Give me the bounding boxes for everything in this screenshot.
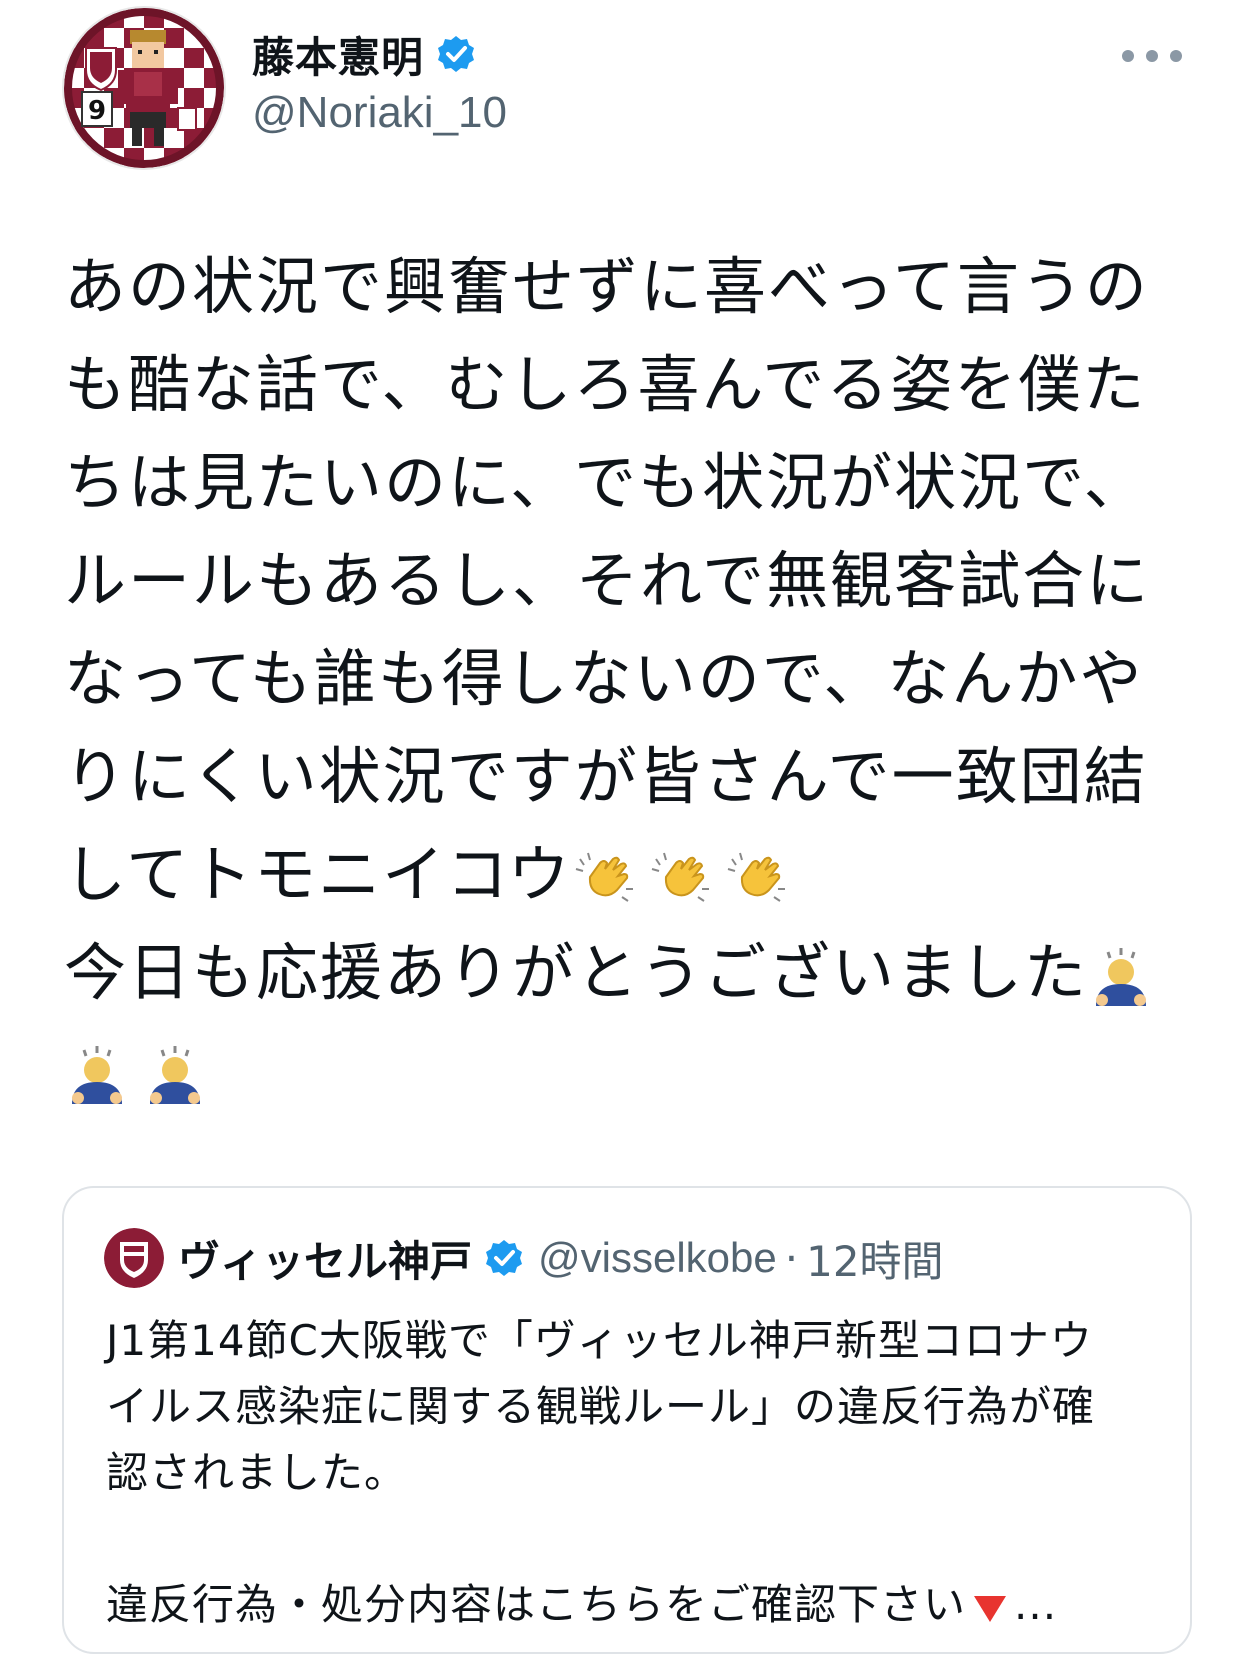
quoted-line: 違反行為・処分内容はこちらをご確認下さい xyxy=(106,1580,967,1629)
clapping-hands-icon xyxy=(727,852,785,902)
tweet-line-with-emoji: 今日も応援ありがとうございました xyxy=(64,924,1194,1022)
tweet-line: あの状況で興奮せずに喜べって言うの xyxy=(64,250,1149,323)
person-bowing-icon xyxy=(72,1045,122,1104)
tweet-line: なっても誰も得しないので、なんかや xyxy=(64,642,1144,715)
person-bowing-icon xyxy=(1096,947,1147,1006)
red-triangle-down-icon xyxy=(974,1595,1007,1622)
quoted-blank-line xyxy=(106,1506,1166,1572)
tweet-line: りにくい状況ですが皆さんで一致団結 xyxy=(64,740,1148,813)
person-bowing-icon xyxy=(150,1045,200,1104)
author-display-name[interactable]: 藤本憲明 xyxy=(252,24,424,85)
tweet-line: してトモニイコウ xyxy=(64,838,572,911)
tweet-text: あの状況で興奮せずに喜べって言うの も酷な話で、むしろ喜んでる姿を僕た ちは見た… xyxy=(64,238,1194,1120)
tweet-line: 今日も応援ありがとうございました xyxy=(64,936,1089,1009)
tweet-emoji-line xyxy=(64,1022,1194,1120)
tweet-header: 9 藤本憲明 @Noriaki_10 xyxy=(0,0,1242,180)
clapping-hands-icon xyxy=(651,852,709,902)
clapping-hands-icon xyxy=(575,852,633,902)
author-handle[interactable]: @Noriaki_10 xyxy=(252,88,507,138)
author-avatar[interactable]: 9 xyxy=(64,8,224,168)
quoted-line: 認されました。 xyxy=(106,1448,408,1497)
verified-badge-icon xyxy=(438,36,475,72)
separator-dot: · xyxy=(784,1233,799,1283)
avatar-number: 9 xyxy=(88,96,106,126)
more-dot xyxy=(1146,50,1158,62)
tweet-line-with-emoji: してトモニイコウ xyxy=(64,826,1194,924)
quoted-tweet-card[interactable]: ヴィッセル神戸 @visselkobe · 12時間 J1第14節C大阪戦で「ヴ… xyxy=(62,1186,1192,1654)
quoted-line-with-emoji: 違反行為・処分内容はこちらをご確認下さい ... xyxy=(106,1572,1166,1638)
quoted-timestamp[interactable]: 12時間 xyxy=(806,1228,943,1289)
quoted-line: イルス感染症に関する観戦ルール」の違反行為が確 xyxy=(106,1382,1096,1431)
vissel-kobe-logo[interactable] xyxy=(104,1228,164,1288)
quoted-handle[interactable]: @visselkobe xyxy=(538,1234,777,1282)
verified-badge-icon xyxy=(486,1240,523,1276)
tweet-line: ちは見たいのに、でも状況が状況で、 xyxy=(64,446,1148,519)
more-dot xyxy=(1170,50,1182,62)
author-name-row[interactable]: 藤本憲明 xyxy=(252,24,476,84)
tweet-line: も酷な話で、むしろ喜んでる姿を僕た xyxy=(64,348,1147,421)
quoted-tweet-header: ヴィッセル神戸 @visselkobe · 12時間 xyxy=(104,1226,944,1290)
more-options-icon[interactable] xyxy=(1122,38,1182,74)
quoted-display-name[interactable]: ヴィッセル神戸 xyxy=(178,1228,472,1289)
tweet-line: ルールもあるし、それで無観客試合に xyxy=(64,544,1151,617)
quoted-line: J1第14節C大阪戦で「ヴィッセル神戸新型コロナウ xyxy=(106,1316,1093,1365)
truncation-ellipsis: ... xyxy=(1014,1580,1058,1629)
quoted-tweet-text: J1第14節C大阪戦で「ヴィッセル神戸新型コロナウ イルス感染症に関する観戦ルー… xyxy=(106,1308,1166,1638)
more-dot xyxy=(1122,50,1134,62)
